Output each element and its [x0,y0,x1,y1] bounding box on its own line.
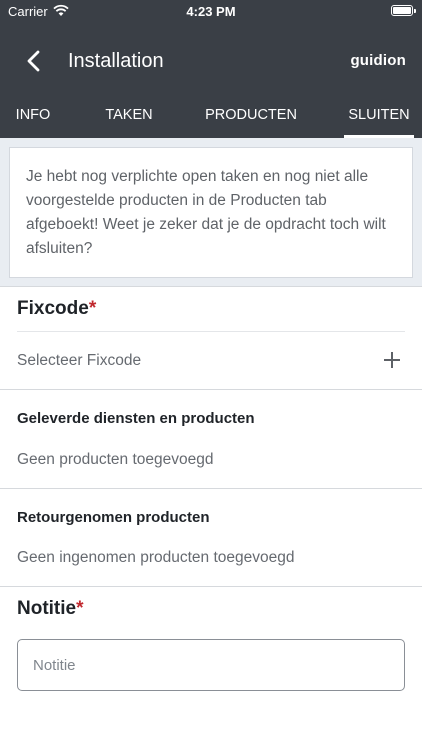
fixcode-title-text: Fixcode [17,298,89,319]
page-title: Installation [68,50,164,72]
plus-icon[interactable] [384,352,400,368]
close-form: Je hebt nog verplichte open taken en nog… [0,138,422,750]
divider [0,586,422,587]
tab-bar: INFO TAKEN PRODUCTEN SLUITEN [0,102,422,138]
divider [0,488,422,489]
warning-box: Je hebt nog verplichte open taken en nog… [9,147,413,278]
returned-products-empty: Geen ingenomen producten toegevoegd [17,549,295,566]
guidion-logo: guidion [350,52,406,69]
note-title-text: Notitie [17,598,77,619]
back-arrow-icon[interactable] [22,48,46,74]
divider [0,286,422,287]
divider [0,389,422,390]
note-input[interactable] [33,640,393,690]
tab-taken[interactable]: TAKEN [100,102,158,138]
returned-products-title: Retourgenomen producten [17,509,210,526]
delivered-products-empty: Geen producten toegevoegd [17,451,214,468]
tab-info[interactable]: INFO [8,102,58,138]
required-mark: * [76,598,84,619]
clock: 4:23 PM [186,4,236,19]
note-field[interactable] [17,639,405,691]
fixcode-title: Fixcode* [17,298,96,320]
warning-text: Je hebt nog verplichte open taken en nog… [26,168,386,257]
navigation-bar: Installation guidion INFO TAKEN PRODUCTE… [0,22,422,138]
tab-producten[interactable]: PRODUCTEN [200,102,302,138]
note-title: Notitie* [17,598,84,620]
battery-icon [391,5,416,16]
warning-area: Je hebt nog verplichte open taken en nog… [0,138,422,286]
tab-sluiten[interactable]: SLUITEN [344,102,414,138]
status-bar: Carrier 4:23 PM [0,0,422,22]
required-mark: * [88,298,97,319]
fixcode-select[interactable]: Selecteer Fixcode [0,332,422,388]
fixcode-select-label: Selecteer Fixcode [17,352,142,369]
delivered-products-title: Geleverde diensten en producten [17,410,255,427]
